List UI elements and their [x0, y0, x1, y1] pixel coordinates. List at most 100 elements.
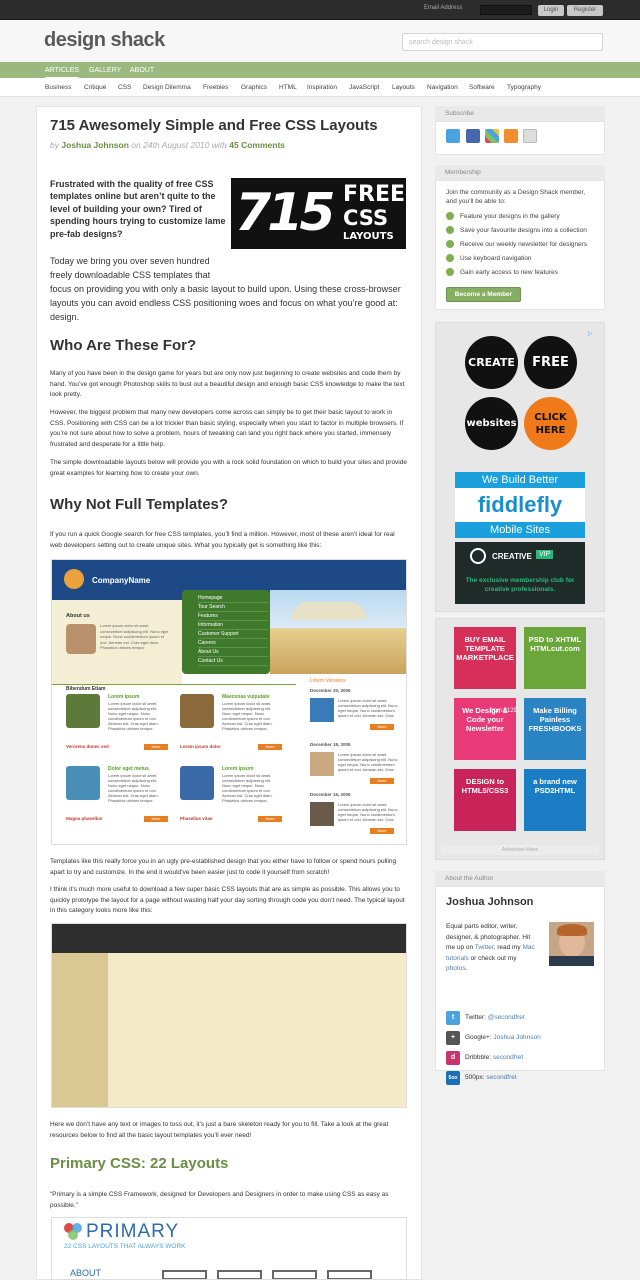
template-more-button: More — [258, 816, 282, 822]
article-lead: Frustrated with the quality of free CSS … — [50, 179, 226, 239]
ad-tile-freshbooks[interactable]: Make Billing Painless FRESHBOOKS — [524, 698, 586, 760]
template-cell-text: Lorem ipsum dolor sit amet, consectetuer… — [222, 701, 273, 731]
ad-click-here[interactable]: CLICK HERE — [524, 397, 577, 450]
site-logo[interactable]: design shack — [44, 29, 165, 52]
template-about-photo — [66, 624, 96, 654]
email-input[interactable] — [480, 5, 532, 15]
cat-typography[interactable]: Typography — [507, 84, 541, 91]
cat-graphics[interactable]: Graphics — [241, 84, 267, 91]
subscribe-header: Subscribe — [435, 106, 605, 121]
cat-navigation[interactable]: Navigation — [427, 84, 458, 91]
nav-gallery[interactable]: GALLERY — [89, 67, 121, 74]
author-link-text: 500px: secondfret — [465, 1074, 517, 1081]
twitter-icon[interactable] — [446, 129, 460, 143]
author-link-text: Google+: Joshua Johnson — [465, 1034, 541, 1041]
primary-box-2 — [217, 1270, 262, 1279]
template-date: December 20, 2005 — [310, 688, 351, 693]
avatar-hair — [557, 924, 587, 936]
template-about-title: About us — [66, 613, 90, 619]
template-menu-item: Information — [198, 621, 268, 630]
membership-intro: Join the community as a Design Shack mem… — [446, 189, 586, 205]
cat-css[interactable]: CSS — [118, 84, 131, 91]
template-date-text: Lorem ipsum dolor sit amet, consectetuer… — [338, 698, 398, 718]
ad-tile-buy[interactable]: BUY EMAIL TEMPLATE MARKETPLACE — [454, 627, 516, 689]
template-bibendum: Bibendum Etiam — [66, 686, 106, 692]
bio-photos-link[interactable]: photos — [446, 965, 466, 972]
membership-item: Gain early access to new features — [460, 269, 558, 276]
template-menu-item: About Us — [198, 648, 268, 657]
search-input[interactable]: search design shack — [402, 33, 603, 51]
skeleton-sidebar — [52, 953, 108, 1107]
nav-about[interactable]: ABOUT — [130, 67, 154, 74]
primary-title: PRIMARY — [86, 1221, 180, 1242]
template-more-button: More — [370, 778, 394, 784]
rss-icon[interactable] — [504, 129, 518, 143]
byline-date: on 24th August 2010 with — [131, 140, 227, 150]
cat-html[interactable]: HTML — [279, 84, 297, 91]
template-cell-title: Lorem ipsum — [222, 766, 254, 772]
register-button[interactable]: Register — [567, 5, 603, 16]
author-link-label: 500px: — [465, 1074, 485, 1081]
template-date: December 18, 2005 — [310, 742, 351, 747]
heading-primary[interactable]: Primary CSS: 22 Layouts — [50, 1155, 228, 1172]
ad-tile-htmlcut[interactable]: PSD to XHTML HTMLcut.com — [524, 627, 586, 689]
bio-twitter-link[interactable]: Twitter — [475, 944, 494, 951]
google-plus-icon[interactable] — [485, 129, 499, 143]
para-7: Here we don’t have any text or images to… — [50, 1121, 389, 1139]
cat-software[interactable]: Software — [469, 84, 495, 91]
cat-javascript[interactable]: JavaScript — [349, 84, 379, 91]
cat-freebies[interactable]: Freebies — [203, 84, 228, 91]
ad-websites[interactable]: websites — [465, 397, 518, 450]
byline-by: by — [50, 140, 59, 150]
template-date-image — [310, 698, 334, 722]
email-icon[interactable] — [523, 129, 537, 143]
ad-vip-badge: VIP — [536, 550, 554, 559]
author-link-2[interactable]: d Dribbble: secondfret — [446, 1051, 596, 1065]
hero-image: 715 FREE CSS LAYOUTS — [231, 178, 406, 249]
template-menu-item: Careers — [198, 639, 268, 648]
author-link-handle[interactable]: secondfret — [486, 1074, 516, 1081]
template-cell-subtitle: Magna phasellus — [66, 816, 103, 821]
ad-free[interactable]: FREE — [524, 336, 577, 389]
author-link-0[interactable]: t Twitter: @secondfret — [446, 1011, 596, 1025]
cat-design-dilemma[interactable]: Design Dilemma — [143, 84, 191, 91]
author-link-handle[interactable]: @secondfret — [488, 1014, 525, 1021]
membership-item: Feature your designs in the gallery — [460, 213, 560, 220]
ad-create[interactable]: CREATE — [465, 336, 518, 389]
template-date: December 16, 2005 — [310, 792, 351, 797]
template-menu-item: Customer Support — [198, 630, 268, 639]
template-cell-subtitle: Verorens donec sed — [66, 744, 109, 749]
author-link-text: Twitter: @secondfret — [465, 1014, 525, 1021]
template-cell-title: Dolor eget metus. — [108, 766, 151, 772]
author-link-1[interactable]: + Google+: Joshua Johnson — [446, 1031, 596, 1045]
author-link-text: Dribbble: secondfret — [465, 1054, 523, 1061]
check-icon — [446, 254, 454, 262]
cat-layouts[interactable]: Layouts — [392, 84, 415, 91]
comments-link[interactable]: 45 Comments — [229, 140, 285, 150]
bio-text: or check out my — [468, 954, 517, 962]
adchoices-icon[interactable]: ▷ — [588, 330, 596, 338]
cat-business[interactable]: Business — [45, 84, 71, 91]
become-member-button[interactable]: Become a Member — [446, 287, 521, 302]
article-title[interactable]: 715 Awesomely Simple and Free CSS Layout… — [50, 117, 378, 134]
facebook-icon[interactable] — [466, 129, 480, 143]
heading-who: Who Are These For? — [50, 337, 197, 354]
cat-inspiration[interactable]: Inspiration — [307, 84, 337, 91]
cat-critique[interactable]: Critique — [84, 84, 106, 91]
check-icon — [446, 268, 454, 276]
para-6: I think it’s much more useful to downloa… — [50, 886, 405, 914]
author-link-handle[interactable]: Joshua Johnson — [493, 1034, 540, 1041]
ad-tile-psd2html[interactable]: a brand new PSD2HTML — [524, 769, 586, 831]
bio-text: . — [465, 965, 468, 972]
advertise-here-link[interactable]: Advertise Here — [441, 845, 599, 855]
primary-logo-dot-green — [68, 1230, 78, 1240]
email-label: Email Address — [424, 5, 463, 11]
author-link[interactable]: Joshua Johnson — [61, 140, 129, 150]
ad-tile-html5[interactable]: DESIGN to HTML5/CSS3 — [454, 769, 516, 831]
author-link-handle[interactable]: secondfret — [493, 1054, 523, 1061]
template-about-text: Lorem ipsum dolor sit amet, consectetuer… — [100, 623, 169, 650]
login-button[interactable]: Login — [538, 5, 564, 16]
author-link-3[interactable]: 5oo 500px: secondfret — [446, 1071, 596, 1085]
template-menu-item: Homepage — [198, 594, 268, 603]
author-avatar — [549, 922, 594, 966]
